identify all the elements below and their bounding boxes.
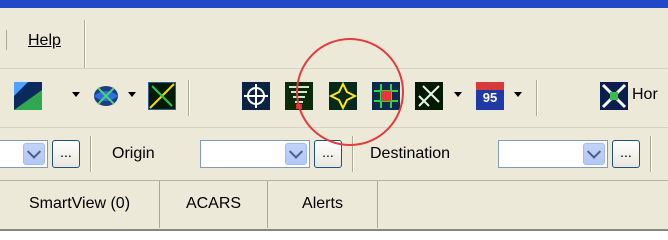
menu-help-label: Help [28,32,61,49]
home-button-label[interactable]: Hor [632,86,658,104]
toolbar2-separator-3 [650,136,652,172]
map-layer-icon[interactable] [14,82,42,110]
toolbar2-separator-2 [352,136,354,172]
grid-overlay-icon[interactable] [372,82,400,110]
menu-edge [0,30,7,50]
home-icon[interactable] [600,82,628,110]
tab-smartview[interactable]: SmartView (0) [0,181,160,228]
filter-icon[interactable] [285,82,313,110]
weather-globe-icon[interactable] [92,82,120,110]
destination-dropdown-icon[interactable] [583,143,605,165]
origin-dropdown-icon[interactable] [285,143,307,165]
title-bar [0,0,668,8]
airway-icon[interactable] [415,82,443,110]
toolbar-separator-2 [536,80,538,116]
destination-browse-button[interactable]: ... [612,140,640,168]
filter-toolbar: ... Origin ... Destination ... [0,128,668,181]
route-overlay-icon[interactable] [148,82,176,110]
menu-bar: Help [0,8,668,69]
destination-label: Destination [370,145,451,162]
first-combo[interactable] [0,140,48,168]
toolbar-separator-1 [188,80,190,116]
origin-browse-button[interactable]: ... [314,140,342,168]
tab-alerts[interactable]: Alerts [268,181,378,228]
panel-bottom-edge [0,229,668,240]
weather-dropdown-arrow[interactable] [128,92,136,97]
first-browse-button[interactable]: ... [52,140,80,168]
tab-acars[interactable]: ACARS [160,181,268,228]
origin-label: Origin [112,145,155,162]
first-combo-dropdown-icon[interactable] [23,143,45,165]
target-icon[interactable] [242,82,270,110]
origin-combo[interactable] [200,140,310,168]
menu-separator [84,20,86,68]
interstate-dropdown-arrow[interactable] [514,92,522,97]
star-compass-icon[interactable] [329,82,357,110]
toolbar2-separator-1 [90,136,92,172]
airway-dropdown-arrow[interactable] [454,92,462,97]
tab-strip: SmartView (0) ACARS Alerts [0,181,668,229]
map-toolbar: 95 Hor [0,69,668,128]
interstate-95-icon[interactable]: 95 [476,82,504,110]
map-layer-dropdown-arrow[interactable] [72,92,80,97]
destination-combo[interactable] [498,140,608,168]
menu-help[interactable]: Help [28,32,61,50]
interstate-95-label: 95 [482,90,498,105]
